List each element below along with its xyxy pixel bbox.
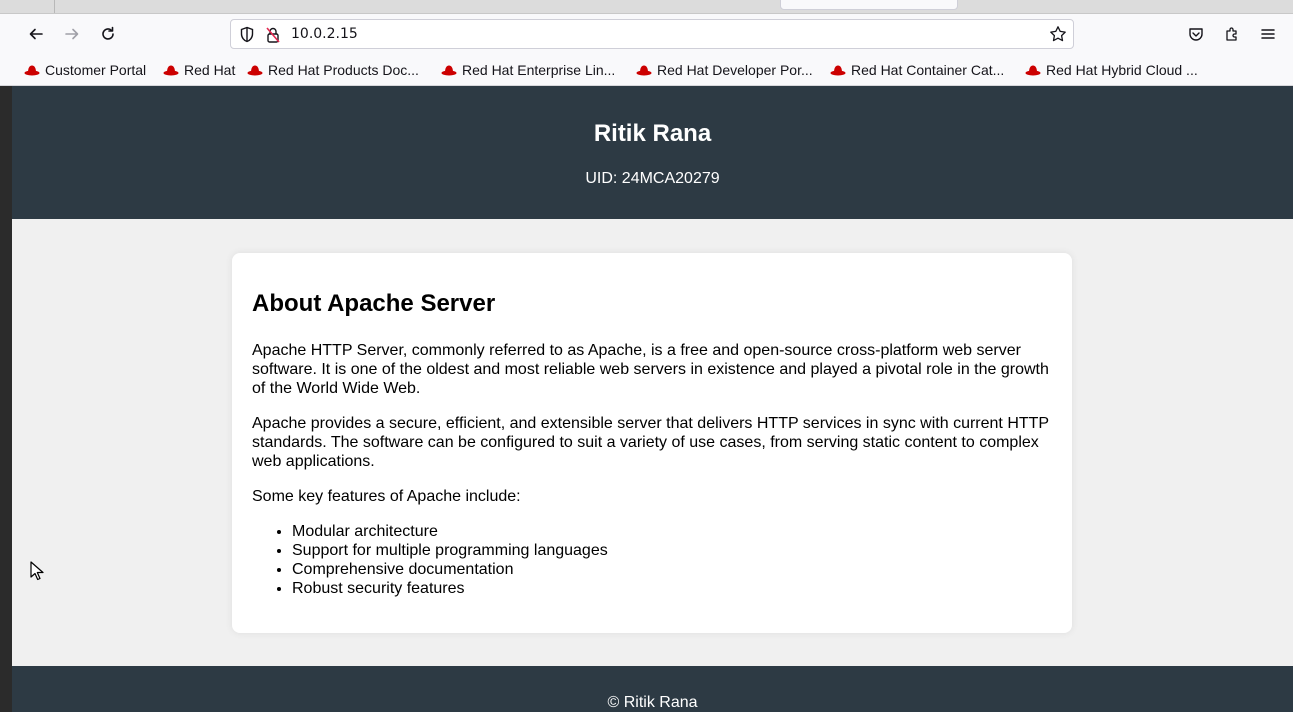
shield-icon[interactable] — [239, 26, 255, 49]
puzzle-icon — [1226, 27, 1237, 41]
web-page: Ritik Rana UID: 24MCA20279 About Apache … — [12, 86, 1293, 712]
bookmark-item[interactable]: Red Hat Developer Por... — [636, 62, 813, 78]
page-title: Ritik Rana — [593, 120, 712, 147]
reload-button[interactable] — [96, 22, 120, 46]
bookmark-item[interactable]: Red Hat — [163, 62, 235, 78]
bookmark-label: Red Hat Developer Por... — [657, 62, 813, 78]
bookmark-label: Red Hat Enterprise Lin... — [462, 62, 616, 78]
paragraph: Apache provides a secure, efficient, and… — [252, 415, 1049, 470]
hamburger-menu-icon — [1261, 29, 1275, 39]
tab-strip — [0, 0, 1293, 14]
bookmark-item[interactable]: Red Hat Hybrid Cloud ... — [1025, 62, 1198, 78]
forward-button[interactable] — [60, 22, 84, 46]
redhat-icon — [830, 65, 846, 76]
list-item: Comprehensive documentation — [292, 560, 1052, 579]
mouse-pointer-icon — [30, 561, 44, 586]
features-list: Modular architecture Support for multipl… — [292, 522, 1052, 598]
list-item: Support for multiple programming languag… — [292, 541, 1052, 560]
bookmarks-toolbar: Customer Portal Red Hat Red Hat Products… — [0, 54, 1293, 86]
bookmark-item[interactable]: Red Hat Enterprise Lin... — [441, 62, 615, 78]
tab-separator — [54, 0, 55, 13]
bookmark-label: Red Hat Container Cat... — [851, 62, 1005, 78]
forward-arrow-icon — [65, 28, 79, 40]
card-title: About Apache Server — [252, 290, 496, 317]
redhat-icon — [163, 65, 179, 76]
bookmark-item[interactable]: Customer Portal — [24, 62, 146, 78]
page-header: Ritik Rana UID: 24MCA20279 — [12, 86, 1293, 219]
pocket-icon — [1189, 28, 1203, 41]
url-text[interactable]: 10.0.2.15 — [291, 26, 358, 42]
bookmark-item[interactable]: Red Hat Container Cat... — [830, 62, 1004, 78]
bookmark-label: Red Hat Products Doc... — [268, 62, 419, 78]
footer-text: © Ritik Rana — [607, 694, 698, 711]
pocket-button[interactable] — [1184, 22, 1208, 46]
redhat-icon — [636, 65, 652, 76]
bookmark-label: Red Hat Hybrid Cloud ... — [1046, 62, 1198, 78]
bookmark-item[interactable]: Red Hat Products Doc... — [247, 62, 419, 78]
content-card: About Apache Server Apache HTTP Server, … — [232, 253, 1072, 633]
uid-text: UID: 24MCA20279 — [585, 170, 720, 187]
redhat-icon — [441, 65, 457, 76]
insecure-lock-icon[interactable] — [265, 26, 281, 49]
list-item: Modular architecture — [292, 522, 1052, 541]
redhat-icon — [247, 65, 263, 76]
window-edge — [0, 86, 12, 712]
reload-icon — [102, 26, 114, 40]
redhat-icon — [24, 65, 40, 76]
page-footer: © Ritik Rana — [12, 666, 1293, 712]
bookmark-star-icon[interactable] — [1049, 25, 1067, 48]
list-item: Robust security features — [292, 579, 1052, 598]
bookmark-label: Red Hat — [184, 62, 236, 78]
bookmark-label: Customer Portal — [45, 62, 147, 78]
browser-toolbar: 10.0.2.15 — [0, 14, 1293, 54]
menu-button[interactable] — [1256, 22, 1280, 46]
active-tab[interactable] — [780, 0, 958, 10]
redhat-icon — [1025, 65, 1041, 76]
back-button[interactable] — [24, 22, 48, 46]
address-bar[interactable]: 10.0.2.15 — [230, 19, 1074, 49]
extensions-button[interactable] — [1220, 22, 1244, 46]
paragraph: Apache HTTP Server, commonly referred to… — [252, 342, 1049, 397]
paragraph: Some key features of Apache include: — [252, 488, 521, 505]
back-arrow-icon — [29, 28, 43, 40]
